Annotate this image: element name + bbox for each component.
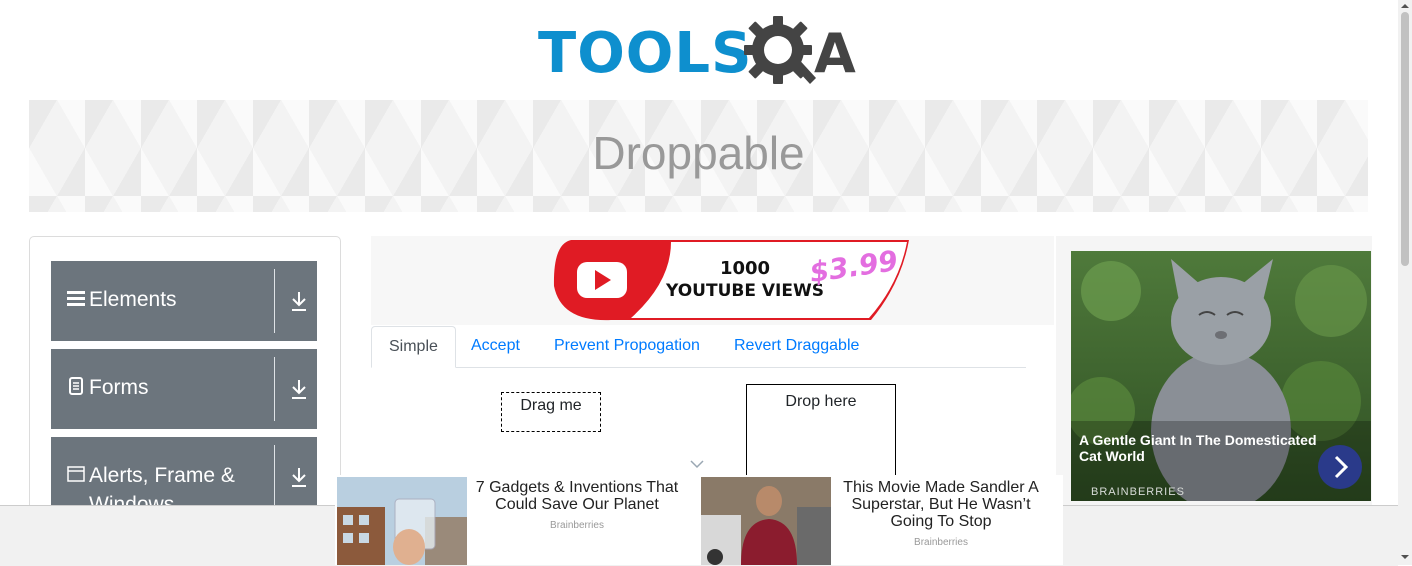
chevron-down-icon[interactable] (690, 459, 704, 469)
chevron-right-icon (1334, 455, 1349, 479)
divider (274, 357, 275, 421)
gear-magnifier-icon (744, 16, 816, 84)
droppable-tabs: Simple Accept Prevent Propogation Revert… (371, 326, 1026, 368)
scroll-down-icon[interactable] (1401, 553, 1409, 561)
tab-simple[interactable]: Simple (371, 326, 456, 368)
ad-source: BRAINBERRIES (1091, 486, 1185, 498)
right-advertisement[interactable]: A Gentle Giant In The Domesticated Cat W… (1071, 251, 1371, 501)
tab-revert-draggable[interactable]: Revert Draggable (717, 326, 876, 366)
toolsqa-logo[interactable]: TOOLS A (538, 14, 864, 92)
page-banner: Droppable (29, 100, 1368, 212)
tab-accept[interactable]: Accept (454, 326, 537, 366)
divider (274, 445, 275, 509)
ad-next-button[interactable] (1318, 445, 1362, 489)
left-panel: Elements Forms Alerts, Frame & Windows (29, 236, 341, 528)
divider (274, 269, 275, 333)
ad-image-gadget[interactable] (337, 477, 467, 565)
scroll-up-icon[interactable] (1401, 2, 1409, 10)
ad-line1: 1000 (720, 258, 770, 279)
window-icon (67, 466, 85, 482)
ad-title[interactable]: 7 Gadgets & Inventions That Could Save O… (471, 479, 683, 513)
tab-prevent-propogation[interactable]: Prevent Propogation (537, 326, 717, 366)
ad-line2: YOUTUBE VIEWS (665, 281, 824, 301)
ad-source: Brainberries (914, 537, 968, 548)
gadget-photo (337, 477, 467, 565)
group-forms[interactable]: Forms (51, 349, 317, 429)
download-icon[interactable] (290, 290, 308, 312)
logo-text: TOOLS (538, 21, 753, 86)
group-elements[interactable]: Elements (51, 261, 317, 341)
download-icon[interactable] (290, 378, 308, 400)
draggable-box[interactable]: Drag me (501, 392, 601, 432)
hamburger-icon (67, 291, 85, 306)
man-photo (701, 477, 831, 565)
youtube-views-ad-graphic: 1000 YOUTUBE VIEWS $3.99 (553, 240, 909, 321)
group-title: Elements (89, 288, 177, 311)
page-scrollbar[interactable] (1398, 0, 1412, 565)
ad-source: Brainberries (550, 520, 604, 531)
download-icon[interactable] (290, 466, 308, 488)
ad-caption: A Gentle Giant In The Domesticated Cat W… (1079, 432, 1317, 464)
scrollbar-thumb[interactable] (1401, 12, 1409, 266)
ad-image-movie[interactable] (701, 477, 831, 565)
ad-title[interactable]: This Movie Made Sandler A Superstar, But… (835, 479, 1047, 530)
group-title: Forms (89, 376, 149, 399)
bottom-advertisement[interactable]: 7 Gadgets & Inventions That Could Save O… (335, 475, 1063, 565)
logo-suffix: A (814, 22, 856, 85)
top-advertisement[interactable]: 1000 YOUTUBE VIEWS $3.99 (371, 236, 1054, 325)
page-title: Droppable (592, 127, 805, 179)
document-icon (69, 377, 83, 395)
